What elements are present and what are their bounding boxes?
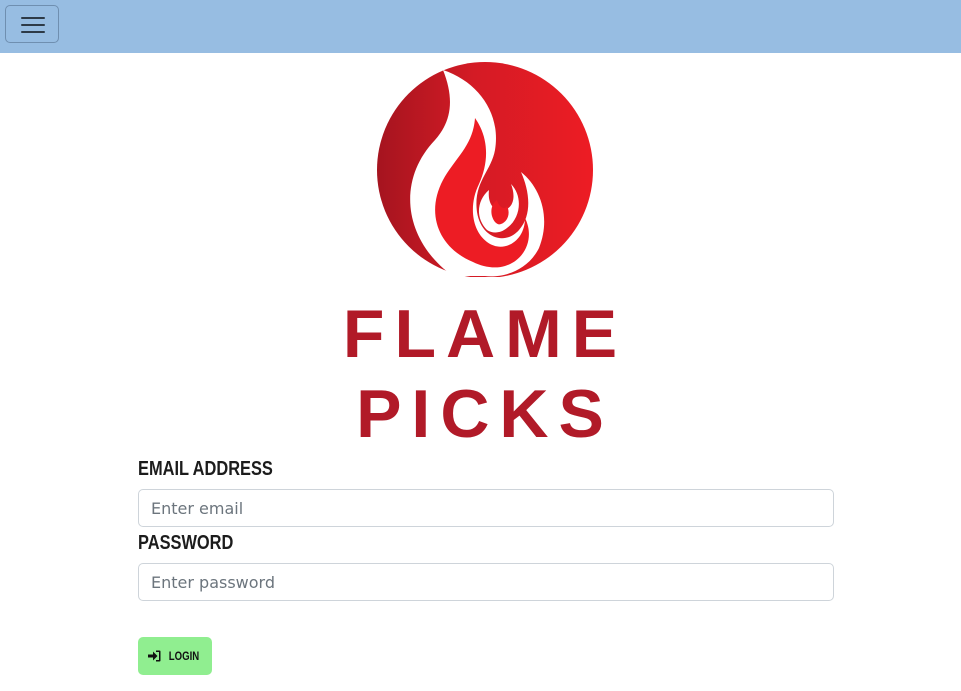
- email-label: EMAIL ADDRESS: [138, 458, 273, 480]
- menu-toggle-button[interactable]: [5, 5, 59, 43]
- login-button[interactable]: LOGIN: [138, 637, 212, 675]
- password-label: PASSWORD: [138, 532, 234, 554]
- flame-picks-logo: [355, 62, 615, 281]
- login-button-label: LOGIN: [168, 649, 199, 663]
- brand-name-line2: PICKS: [356, 376, 614, 452]
- email-field[interactable]: [138, 489, 834, 527]
- top-navbar: [0, 0, 961, 53]
- flame-icon: [377, 62, 593, 278]
- brand-name-line1: FLAME: [342, 296, 628, 372]
- sign-in-icon: [147, 650, 160, 662]
- password-field[interactable]: [138, 563, 834, 601]
